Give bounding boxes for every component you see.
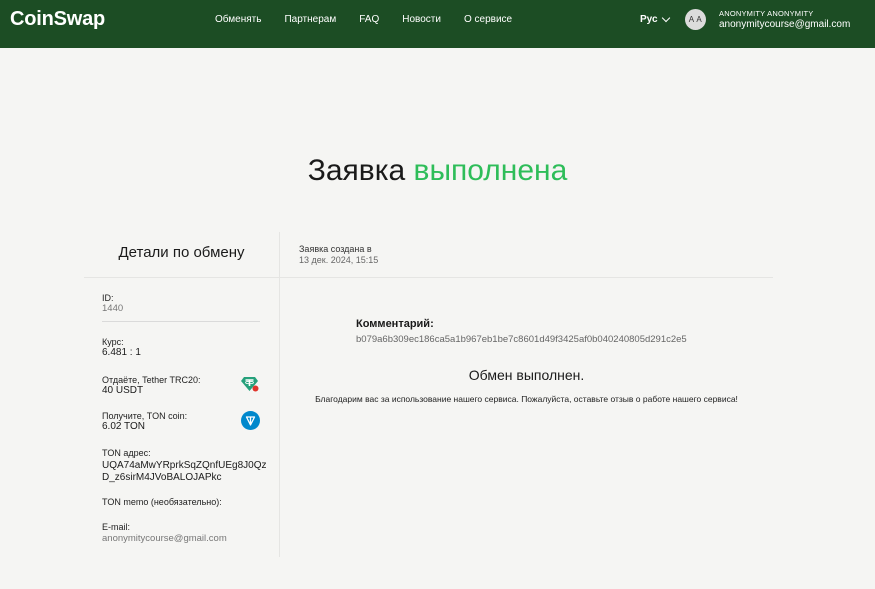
get-value: 6.02 TON [102, 421, 145, 432]
give-label: Отдаёте, Tether TRC20: [102, 375, 201, 385]
rate-value: 6.481 : 1 [102, 347, 141, 358]
comment-value: b079a6b309ec186ca5a1b967eb1be7c8601d49f3… [356, 334, 687, 345]
column-divider [279, 232, 280, 557]
page-title-main: Заявка [307, 154, 406, 187]
address-label: TON адрес: [102, 448, 151, 458]
main-nav: Обменять Партнерам FAQ Новости О сервисе [215, 14, 535, 25]
nav-news[interactable]: Новости [402, 14, 441, 25]
page-title-status: выполнена [413, 154, 568, 187]
nav-exchange[interactable]: Обменять [215, 14, 261, 25]
top-header: CoinSwap Обменять Партнерам FAQ Новости … [0, 0, 875, 48]
logo[interactable]: CoinSwap [10, 8, 105, 31]
address-value: UQA74aMwYRprkSqZQnfUEg8J0QzD_z6sirM4JVoB… [102, 460, 267, 483]
header-divider [84, 277, 773, 278]
comment-label: Комментарий: [356, 318, 434, 330]
language-label: Рус [640, 14, 658, 25]
avatar[interactable]: A A [685, 9, 706, 30]
thanks-message: Благодарим вас за использование нашего с… [315, 394, 738, 404]
ton-coin-icon [241, 411, 260, 430]
get-label: Получите, TON coin: [102, 411, 188, 421]
id-value: 1440 [102, 303, 124, 314]
nav-partners[interactable]: Партнерам [284, 14, 336, 25]
tether-trc20-icon [241, 377, 259, 392]
done-message: Обмен выполнен. [468, 367, 585, 383]
memo-label: TON memo (необязательно): [102, 497, 222, 507]
rate-label: Курс: [102, 337, 124, 347]
give-value: 40 USDT [102, 385, 144, 396]
chevron-down-icon [661, 13, 670, 23]
id-label: ID: [102, 293, 114, 303]
email-label: E-mail: [102, 522, 131, 532]
user-name: ANONYMITY ANONYMITY [719, 9, 814, 18]
details-divider [102, 321, 260, 322]
page-title: Заявка выполнена [0, 154, 875, 188]
nav-about[interactable]: О сервисе [464, 14, 512, 25]
details-heading: Детали по обмену [118, 244, 245, 261]
language-selector[interactable]: Рус [640, 13, 670, 25]
created-label: Заявка создана в [299, 244, 372, 254]
created-value: 13 дек. 2024, 15:15 [299, 255, 379, 265]
user-email: anonymitycourse@gmail.com [719, 19, 851, 30]
email-value: anonymitycourse@gmail.com [102, 533, 227, 544]
nav-faq[interactable]: FAQ [359, 14, 379, 25]
